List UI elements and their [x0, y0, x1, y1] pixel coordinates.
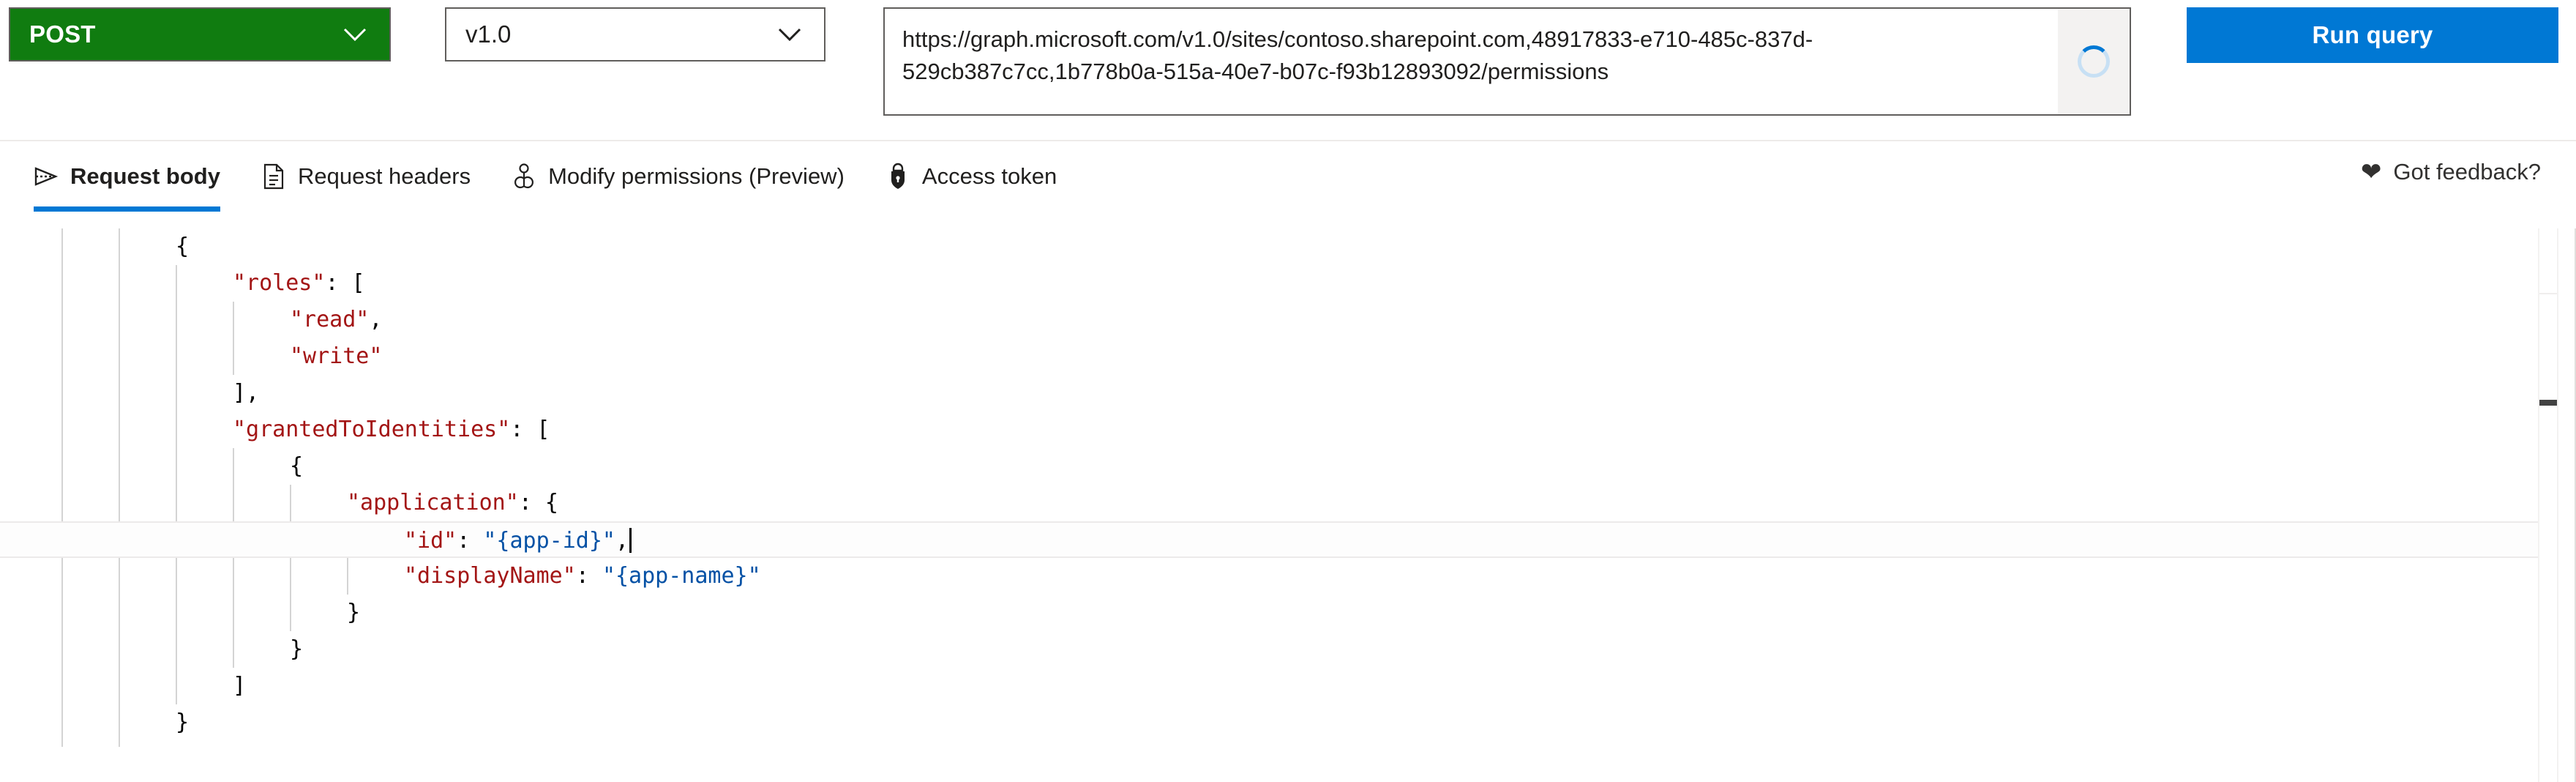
request-tab-strip: Request body Request headers Modify perm…: [0, 140, 2576, 227]
tab-list: Request body Request headers Modify perm…: [34, 141, 1098, 228]
send-arrow-icon: [34, 163, 59, 190]
http-method-dropdown[interactable]: POST: [9, 7, 391, 62]
tab-request-headers[interactable]: Request headers: [261, 141, 487, 212]
editor-vertical-scrollbar[interactable]: [2538, 228, 2558, 782]
got-feedback-link[interactable]: ❤ Got feedback?: [2361, 159, 2541, 185]
key-icon: [512, 163, 536, 190]
code-line[interactable]: "write": [0, 338, 2539, 375]
code-line[interactable]: {: [0, 228, 2539, 265]
api-version-value: v1.0: [465, 21, 512, 48]
code-token-punct: : [: [325, 270, 365, 296]
code-line[interactable]: "application": {: [0, 485, 2539, 521]
code-token-key: "grantedToIdentities": [233, 417, 511, 442]
code-line[interactable]: "grantedToIdentities": [: [0, 412, 2539, 448]
code-line[interactable]: "read",: [0, 302, 2539, 338]
code-token-punct: ,: [369, 307, 383, 332]
code-line[interactable]: }: [0, 595, 2539, 631]
document-list-icon: [261, 163, 286, 190]
http-method-value: POST: [29, 21, 96, 48]
code-token-punct: ,: [615, 528, 629, 554]
code-token-key: "read": [290, 307, 370, 332]
code-token-punct: :: [457, 528, 484, 554]
text-caret: [629, 528, 632, 553]
api-version-dropdown[interactable]: v1.0: [445, 7, 825, 62]
scrollbar-thumb[interactable]: [2539, 400, 2557, 406]
code-token-key: "displayName": [404, 563, 576, 589]
code-line[interactable]: ],: [0, 375, 2539, 412]
lock-shield-icon: [886, 163, 910, 190]
code-line-current[interactable]: "id": "{app-id}",: [0, 521, 2539, 558]
code-token-punct: {: [290, 453, 304, 479]
request-url-value: https://graph.microsoft.com/v1.0/sites/c…: [902, 26, 1813, 84]
spinner-icon: [2078, 45, 2110, 78]
heart-icon: ❤: [2360, 158, 2382, 186]
code-token-punct: :: [575, 563, 602, 589]
run-query-button[interactable]: Run query: [2187, 7, 2558, 63]
request-body-editor[interactable]: {"roles": ["read", "write"], "grantedToIde…: [0, 228, 2576, 782]
code-token-key: "write": [290, 343, 383, 369]
tab-modify-permissions[interactable]: Modify permissions (Preview): [512, 141, 861, 212]
url-loading-pane: [2058, 9, 2130, 114]
tab-request-body-label: Request body: [70, 163, 220, 189]
code-token-punct: ],: [233, 380, 260, 406]
code-token-str: "{app-id}": [483, 528, 615, 554]
code-token-str: "{app-name}": [602, 563, 761, 589]
request-url-input[interactable]: https://graph.microsoft.com/v1.0/sites/c…: [883, 7, 2131, 116]
chevron-down-icon: [777, 26, 802, 42]
tab-modify-permissions-label: Modify permissions (Preview): [548, 163, 845, 189]
got-feedback-label: Got feedback?: [2393, 159, 2541, 185]
code-line[interactable]: }: [0, 704, 2539, 741]
code-line[interactable]: ]: [0, 668, 2539, 704]
tab-request-body[interactable]: Request body: [34, 141, 236, 212]
editor-surface[interactable]: {"roles": ["read", "write"], "grantedToIde…: [0, 228, 2539, 782]
code-token-key: "id": [404, 528, 457, 554]
code-token-punct: }: [176, 710, 190, 735]
code-token-key: "application": [347, 490, 519, 515]
tab-access-token-label: Access token: [921, 163, 1057, 189]
query-bar: POST v1.0 https://graph.microsoft.com/v1…: [0, 0, 2576, 133]
code-token-punct: {: [176, 234, 190, 259]
tab-request-headers-label: Request headers: [297, 163, 471, 189]
code-line[interactable]: "roles": [: [0, 265, 2539, 302]
code-line[interactable]: {: [0, 448, 2539, 485]
code-token-punct: }: [290, 636, 304, 662]
code-token-punct: : [: [510, 417, 550, 442]
code-token-punct: ]: [233, 673, 247, 699]
code-token-key: "roles": [233, 270, 326, 296]
code-token-punct: : {: [518, 490, 558, 515]
chevron-down-icon: [342, 26, 367, 42]
code-line[interactable]: "displayName": "{app-name}": [0, 558, 2539, 595]
tab-access-token[interactable]: Access token: [886, 141, 1073, 212]
code-line[interactable]: }: [0, 631, 2539, 668]
code-token-punct: }: [347, 600, 361, 625]
